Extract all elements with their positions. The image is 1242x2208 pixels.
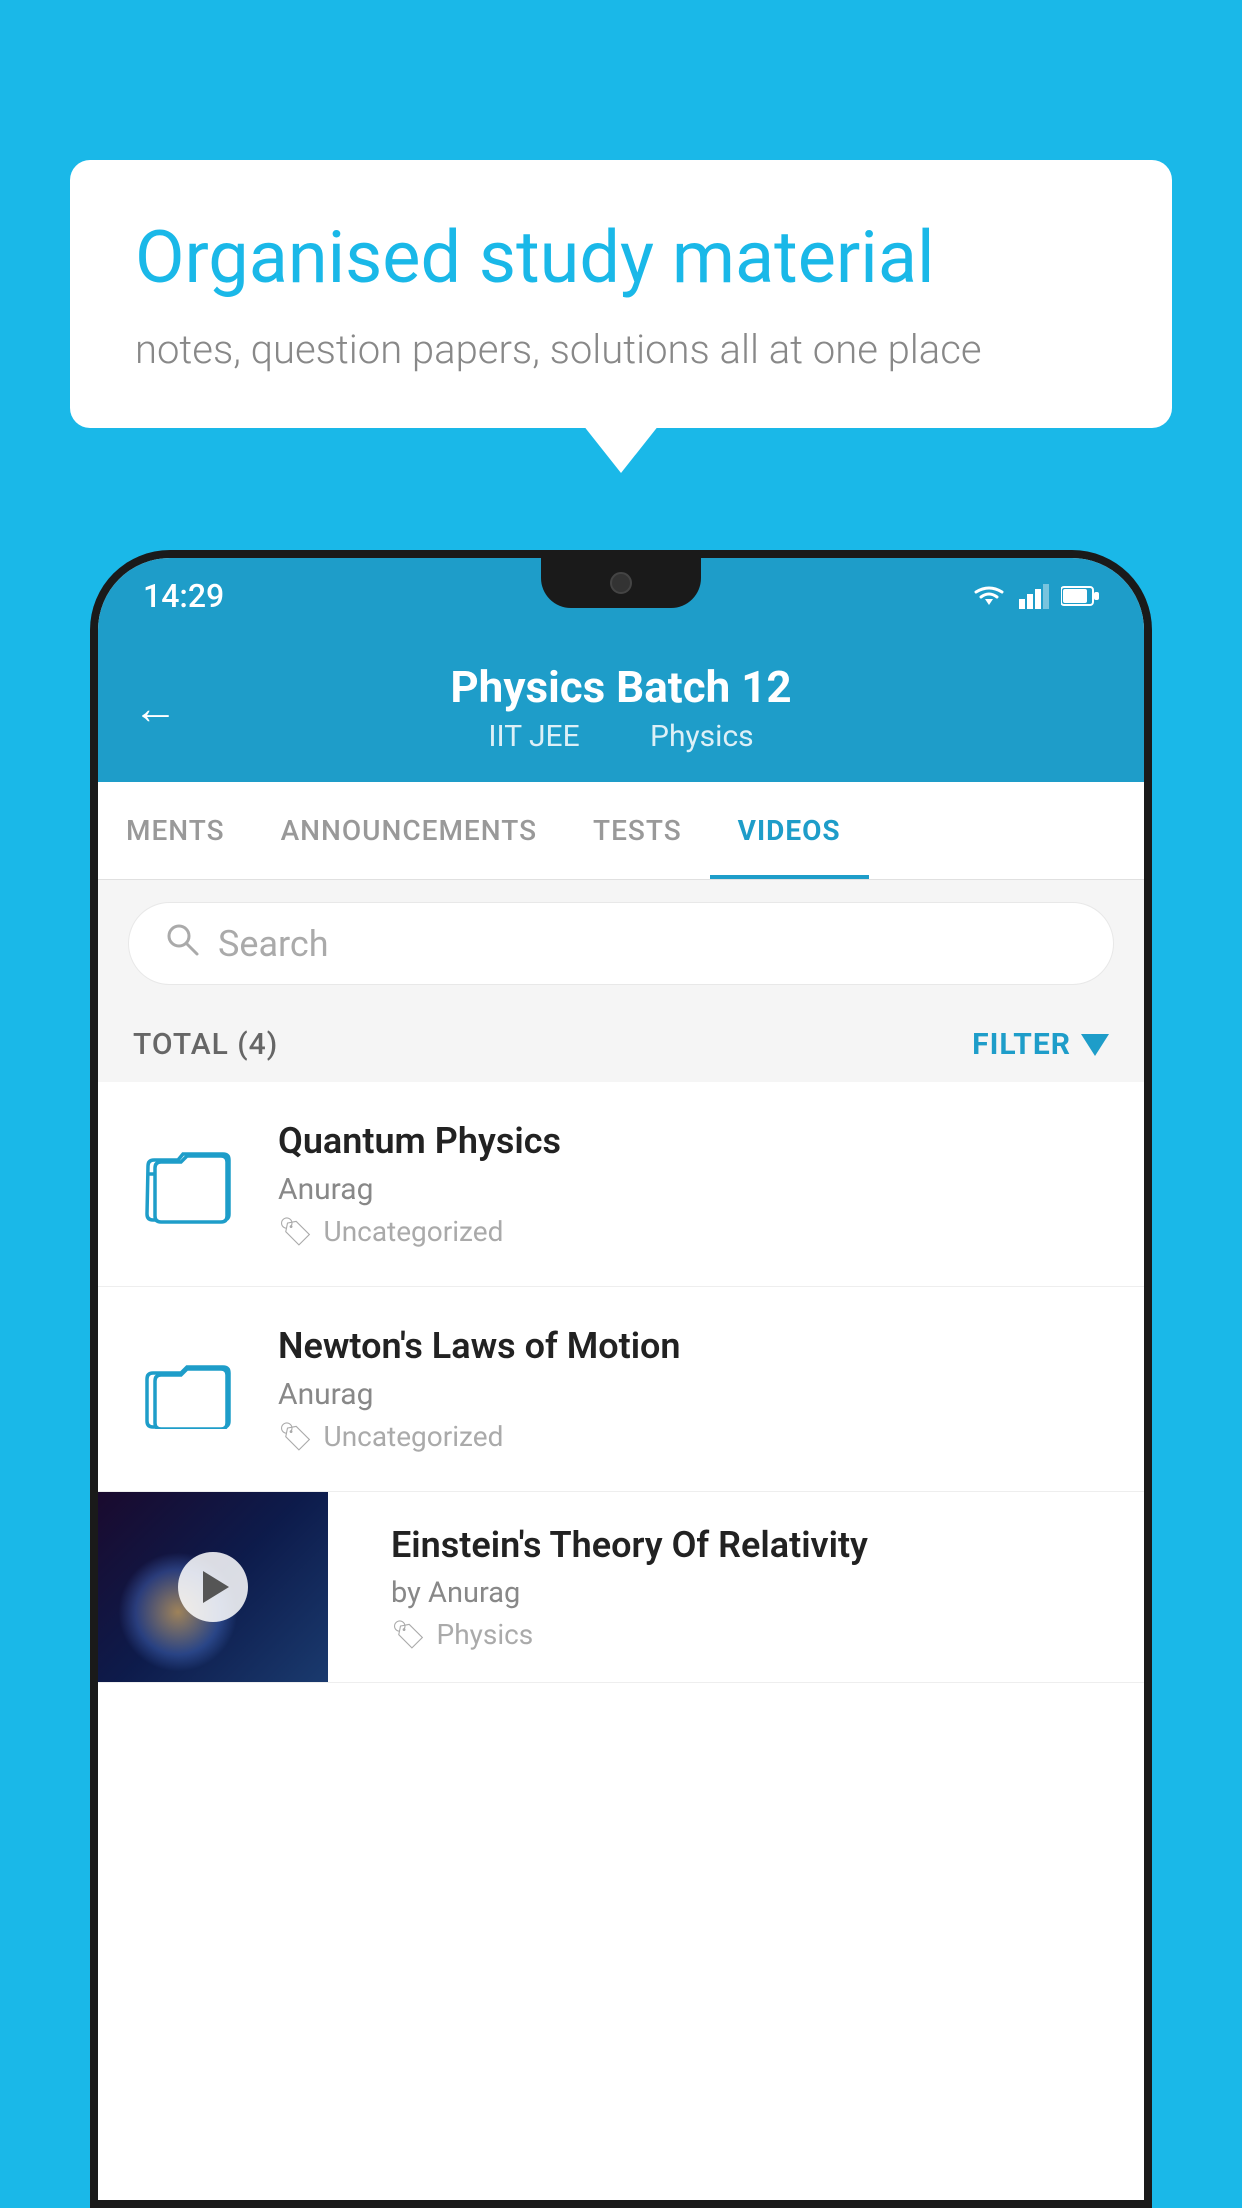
wifi-icon — [971, 583, 1007, 609]
tag-icon: 🏷 — [391, 1618, 427, 1651]
filter-icon — [1081, 1034, 1109, 1056]
tag-icon: 🏷 — [278, 1215, 314, 1248]
subtitle-part1: IIT JEE — [488, 719, 579, 754]
tag-label: Physics — [437, 1618, 534, 1651]
tab-tests[interactable]: TESTS — [565, 782, 710, 879]
item-thumb — [133, 1144, 243, 1224]
signal-icon — [1019, 583, 1049, 609]
video-tag: 🏷 Uncategorized — [278, 1215, 1109, 1248]
battery-icon — [1061, 585, 1099, 607]
video-list: Quantum Physics Anurag 🏷 Uncategorized — [98, 1082, 1144, 1683]
video-author: by Anurag — [391, 1576, 1116, 1610]
filter-label: FILTER — [972, 1027, 1071, 1062]
video-title: Newton's Laws of Motion — [278, 1325, 1109, 1367]
header-subtitle: IIT JEE Physics — [476, 719, 765, 754]
play-icon — [203, 1571, 229, 1603]
item-info: Einstein's Theory Of Relativity by Anura… — [363, 1494, 1144, 1681]
header-title: Physics Batch 12 — [450, 661, 791, 713]
back-button[interactable]: ← — [133, 681, 178, 734]
video-title: Einstein's Theory Of Relativity — [391, 1524, 1116, 1566]
list-item[interactable]: Quantum Physics Anurag 🏷 Uncategorized — [98, 1082, 1144, 1287]
tab-videos[interactable]: VIDEOS — [710, 782, 869, 879]
tab-announcements[interactable]: ANNOUNCEMENTS — [253, 782, 565, 879]
bubble-title: Organised study material — [135, 215, 1107, 301]
status-time: 14:29 — [143, 577, 224, 615]
tag-label: Uncategorized — [324, 1215, 504, 1248]
search-bar[interactable]: Search — [128, 902, 1114, 985]
search-bar-container: Search — [98, 880, 1144, 1007]
video-author: Anurag — [278, 1172, 1109, 1207]
promo-bubble: Organised study material notes, question… — [70, 160, 1172, 428]
tag-icon: 🏷 — [278, 1420, 314, 1453]
subtitle-part2: Physics — [650, 719, 754, 754]
notch — [541, 558, 701, 608]
bubble-card: Organised study material notes, question… — [70, 160, 1172, 428]
list-item[interactable]: Einstein's Theory Of Relativity by Anura… — [98, 1492, 1144, 1683]
phone-screen: 14:29 — [98, 558, 1144, 2200]
filter-button[interactable]: FILTER — [972, 1027, 1109, 1062]
tab-ments[interactable]: MENTS — [98, 782, 253, 879]
phone-frame: 14:29 — [90, 550, 1152, 2208]
camera — [610, 572, 632, 594]
play-button[interactable] — [178, 1552, 248, 1622]
folder-icon — [143, 1144, 233, 1224]
video-thumbnail — [98, 1492, 328, 1682]
folder-icon — [143, 1349, 233, 1429]
item-info: Quantum Physics Anurag 🏷 Uncategorized — [278, 1120, 1109, 1248]
search-icon — [164, 921, 200, 966]
tag-label: Uncategorized — [324, 1420, 504, 1453]
video-tag: 🏷 Physics — [391, 1618, 1116, 1651]
list-item[interactable]: Newton's Laws of Motion Anurag 🏷 Uncateg… — [98, 1287, 1144, 1492]
item-info: Newton's Laws of Motion Anurag 🏷 Uncateg… — [278, 1325, 1109, 1453]
item-thumb — [133, 1349, 243, 1429]
status-bar: 14:29 — [98, 558, 1144, 633]
subtitle-separator — [611, 719, 626, 754]
video-tag: 🏷 Uncategorized — [278, 1420, 1109, 1453]
video-title: Quantum Physics — [278, 1120, 1109, 1162]
status-icons — [971, 583, 1099, 609]
total-label: TOTAL (4) — [133, 1027, 278, 1062]
tab-bar: MENTS ANNOUNCEMENTS TESTS VIDEOS — [98, 782, 1144, 880]
video-author: Anurag — [278, 1377, 1109, 1412]
filter-bar: TOTAL (4) FILTER — [98, 1007, 1144, 1082]
app-header: ← Physics Batch 12 IIT JEE Physics — [98, 633, 1144, 782]
search-placeholder: Search — [218, 923, 329, 965]
bubble-subtitle: notes, question papers, solutions all at… — [135, 326, 1107, 373]
